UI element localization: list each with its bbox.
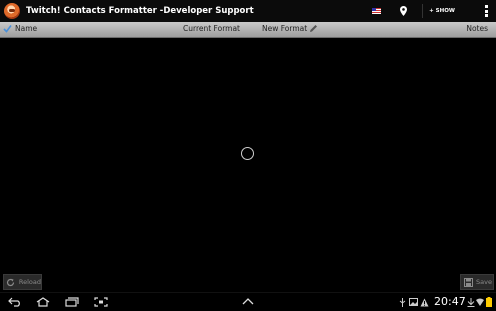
warning-icon [420, 297, 429, 307]
save-label: Save [476, 278, 492, 286]
screenshot-icon[interactable] [93, 296, 109, 308]
flag-icon[interactable] [372, 8, 382, 14]
reload-button[interactable]: Reload [3, 274, 42, 290]
back-icon[interactable] [7, 296, 23, 308]
reload-icon [6, 277, 16, 287]
app-icon[interactable] [4, 3, 20, 19]
column-new-format-label: New Format [262, 24, 308, 33]
home-icon[interactable] [35, 296, 51, 308]
loading-spinner-icon [241, 147, 254, 160]
column-name[interactable]: Name [15, 24, 37, 33]
check-icon[interactable] [3, 24, 12, 33]
download-icon [467, 297, 475, 307]
recent-apps-icon[interactable] [64, 296, 80, 308]
system-bar: 20:47 [0, 292, 496, 311]
image-icon [409, 297, 418, 307]
column-notes[interactable]: Notes [466, 24, 488, 33]
action-divider [422, 4, 424, 18]
column-new-format[interactable]: New Format [262, 24, 318, 33]
save-button[interactable]: Save [460, 274, 494, 290]
usb-icon [398, 297, 407, 307]
location-pin-icon[interactable] [398, 6, 408, 16]
battery-icon [486, 297, 492, 307]
show-button[interactable]: + SHOW [429, 8, 455, 14]
column-current-format[interactable]: Current Format [183, 24, 240, 33]
action-bar-actions: + SHOW [372, 0, 496, 22]
action-bar: Twitch! Contacts Formatter -Developer Su… [0, 0, 496, 23]
pencil-icon [310, 25, 318, 32]
reload-label: Reload [18, 278, 41, 286]
overflow-menu-icon[interactable] [485, 5, 488, 17]
column-header: Name Current Format New Format Notes [0, 22, 496, 38]
wifi-icon [476, 297, 484, 307]
app-title: Twitch! Contacts Formatter -Developer Su… [26, 6, 254, 16]
clock-time: 20:47 [434, 295, 466, 308]
save-icon [463, 277, 473, 287]
up-arrow-icon[interactable] [240, 296, 256, 308]
